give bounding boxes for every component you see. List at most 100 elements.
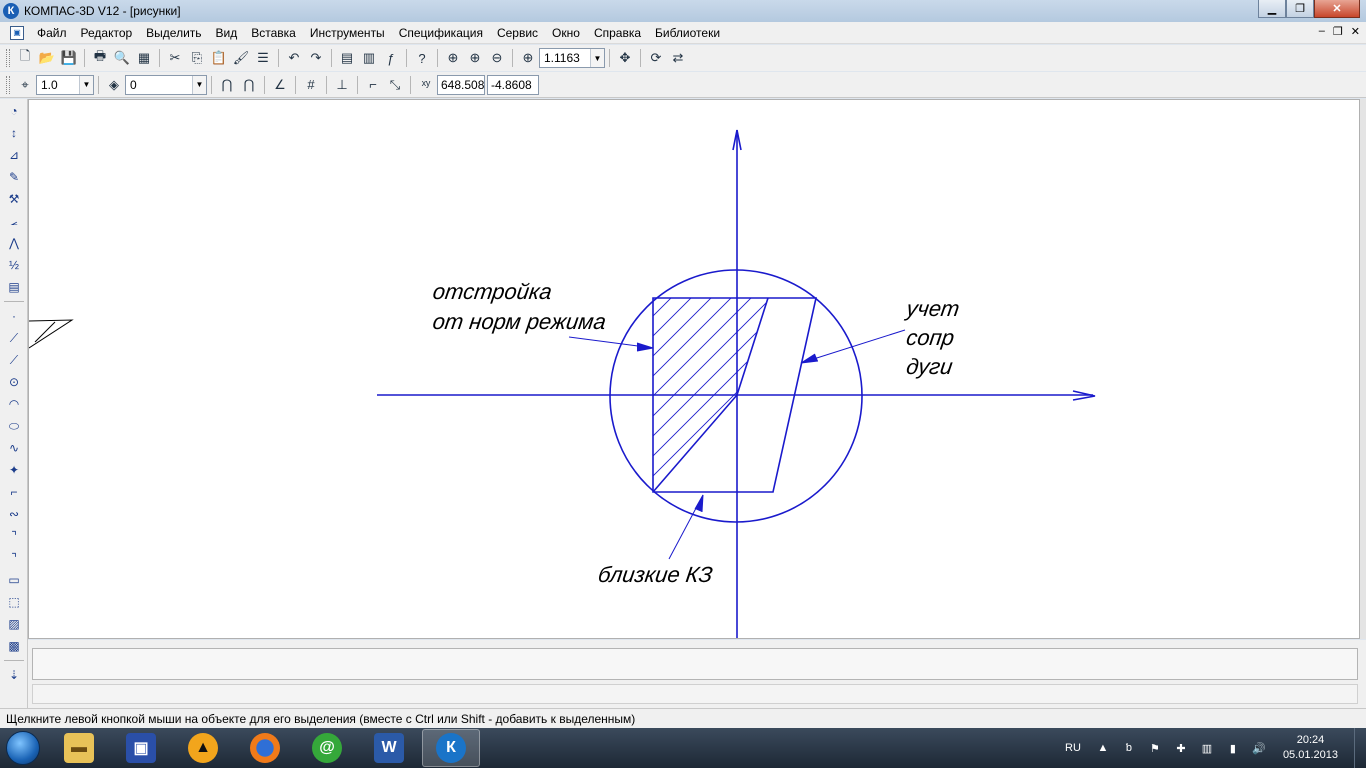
doc-restore-icon[interactable]: ❐ — [1333, 25, 1343, 38]
menu-insert[interactable]: Вставка — [244, 26, 303, 40]
help-button[interactable]: ? — [411, 47, 433, 69]
network-icon[interactable]: ▥ — [1199, 740, 1215, 756]
step-combo[interactable]: 1.0 ▼ — [36, 74, 94, 95]
symbols-tab-button[interactable]: ⊿ — [3, 145, 25, 165]
library-button[interactable]: ▥ — [358, 47, 380, 69]
segment-tool-button[interactable]: ⟋ — [3, 350, 25, 370]
fill-tool-button[interactable]: ▩ — [3, 636, 25, 656]
start-button[interactable] — [0, 728, 46, 768]
panel-scroll-button[interactable]: ⇣ — [3, 665, 25, 685]
hatch-tool-button[interactable]: ▨ — [3, 614, 25, 634]
property-panel-tabs[interactable] — [32, 684, 1358, 704]
measure-tab-button[interactable]: ⦟ — [3, 211, 25, 231]
cut-button[interactable]: ✂ — [164, 47, 186, 69]
local-snap-button[interactable]: ⋂ — [238, 74, 260, 96]
ortho-mode-button[interactable]: ⌐ — [362, 74, 384, 96]
circle-tool-button[interactable]: ⊙ — [3, 372, 25, 392]
nurbs-tool-button[interactable]: ✦ — [3, 460, 25, 480]
refresh-view-button[interactable]: ⟳ — [645, 47, 667, 69]
open-button[interactable]: 📂 — [36, 47, 58, 69]
auxiliary-line-button[interactable]: ⟋ — [3, 328, 25, 348]
print-button[interactable]: 🖶 — [89, 47, 111, 69]
label-uchet-line1[interactable]: учет — [903, 296, 961, 321]
menu-editor[interactable]: Редактор — [74, 26, 140, 40]
taskbar-save-app[interactable]: ▣ — [112, 729, 170, 767]
contour-tool-button[interactable]: ⬚ — [3, 592, 25, 612]
arc-tool-button[interactable]: ◠ — [3, 394, 25, 414]
pan-button[interactable]: ✥ — [614, 47, 636, 69]
paste-button[interactable]: 📋 — [208, 47, 230, 69]
menu-window[interactable]: Окно — [545, 26, 587, 40]
chevron-down-icon[interactable]: ▼ — [590, 49, 604, 67]
parametrization-tab-button[interactable]: ⚒ — [3, 189, 25, 209]
close-button[interactable]: ✕ — [1314, 0, 1360, 18]
toolbar-grip[interactable] — [6, 49, 10, 67]
taskbar-explorer[interactable]: ▬ — [50, 729, 108, 767]
manager-button[interactable]: ▤ — [336, 47, 358, 69]
volume-icon[interactable]: 🔊 — [1251, 740, 1267, 756]
menu-specification[interactable]: Спецификация — [392, 26, 490, 40]
editing-tab-button[interactable]: ✎ — [3, 167, 25, 187]
layer-combo[interactable]: 0 ▼ — [125, 74, 207, 95]
zoom-window-button[interactable]: ⊕ — [442, 47, 464, 69]
clock[interactable]: 20:24 05.01.2013 — [1283, 733, 1338, 763]
step-button[interactable]: ⌖ — [14, 74, 36, 96]
tray-app-icon[interactable]: ƅ — [1121, 740, 1137, 756]
doc-minimize-icon[interactable]: – — [1319, 25, 1325, 38]
fillet-tool-button[interactable]: ⌝ — [3, 548, 25, 568]
properties-button[interactable]: ▦ — [133, 47, 155, 69]
chevron-down-icon[interactable]: ▼ — [79, 75, 93, 94]
chevron-down-icon[interactable]: ▼ — [192, 75, 206, 94]
zoom-scale-button[interactable]: ⊕ — [517, 47, 539, 69]
ortho-button[interactable]: ∠ — [269, 74, 291, 96]
parametric-button[interactable]: ⤡ — [384, 74, 406, 96]
label-uchet-line2[interactable]: сопр — [905, 325, 956, 350]
taskbar-firefox[interactable] — [236, 729, 294, 767]
ellipse-tool-button[interactable]: ⬭ — [3, 416, 25, 436]
coord-y-field[interactable]: -4.8608 — [487, 74, 539, 95]
bezier-tool-button[interactable]: ∾ — [3, 504, 25, 524]
show-desktop-button[interactable] — [1354, 728, 1366, 768]
coord-x-field[interactable]: 648.508 — [437, 74, 485, 95]
rectangle-tool-button[interactable]: ▭ — [3, 570, 25, 590]
chamfer-tool-button[interactable]: ⌝ — [3, 526, 25, 546]
snap-button[interactable]: ⋂ — [216, 74, 238, 96]
grid-button[interactable]: # — [300, 74, 322, 96]
spec-tab-button[interactable]: ½ — [3, 255, 25, 275]
drawing-svg[interactable]: отстройка от норм режима учет сопр дуги … — [29, 100, 1360, 639]
variables-button[interactable]: ƒ — [380, 47, 402, 69]
label-uchet-line3[interactable]: дуги — [905, 354, 954, 379]
taskbar-aimp[interactable]: ▲ — [174, 729, 232, 767]
list-button[interactable]: ☰ — [252, 47, 274, 69]
partial-hatch-shape[interactable] — [29, 319, 74, 349]
menu-help[interactable]: Справка — [587, 26, 648, 40]
toolbar-grip[interactable] — [6, 75, 10, 94]
undo-button[interactable]: ↶ — [283, 47, 305, 69]
maximize-button[interactable]: ❐ — [1286, 0, 1314, 18]
local-cs-button[interactable]: ⊥ — [331, 74, 353, 96]
redo-button[interactable]: ↷ — [305, 47, 327, 69]
spline-tool-button[interactable]: ∿ — [3, 438, 25, 458]
document-icon[interactable]: ▣ — [10, 25, 24, 40]
menu-libraries[interactable]: Библиотеки — [648, 26, 727, 40]
menu-file[interactable]: Файл — [30, 26, 74, 40]
menu-view[interactable]: Вид — [209, 26, 245, 40]
tray-flag-icon[interactable]: ⚑ — [1147, 740, 1163, 756]
drawing-canvas[interactable]: отстройка от норм режима учет сопр дуги … — [28, 99, 1360, 639]
language-indicator[interactable]: RU — [1065, 742, 1081, 754]
select-tab-button[interactable]: ⋀ — [3, 233, 25, 253]
zoom-combo[interactable]: 1.1163 ▼ — [539, 48, 605, 68]
zoom-in-button[interactable]: ⊕ — [464, 47, 486, 69]
label-otstroika-line2[interactable]: от норм режима — [431, 309, 608, 334]
menu-service[interactable]: Сервис — [490, 26, 545, 40]
zoom-out-button[interactable]: ⊖ — [486, 47, 508, 69]
save-button[interactable]: 💾 — [58, 47, 80, 69]
menu-select[interactable]: Выделить — [139, 26, 208, 40]
minimize-button[interactable]: ▁ — [1258, 0, 1286, 18]
redraw-button[interactable]: ⇄ — [667, 47, 689, 69]
label-otstroika-line1[interactable]: отстройка — [431, 279, 553, 304]
reports-tab-button[interactable]: ▤ — [3, 277, 25, 297]
doc-close-icon[interactable]: ✕ — [1351, 25, 1360, 38]
tray-expand-icon[interactable]: ▲ — [1095, 740, 1111, 756]
canvas-scrollbar[interactable] — [1360, 99, 1366, 639]
